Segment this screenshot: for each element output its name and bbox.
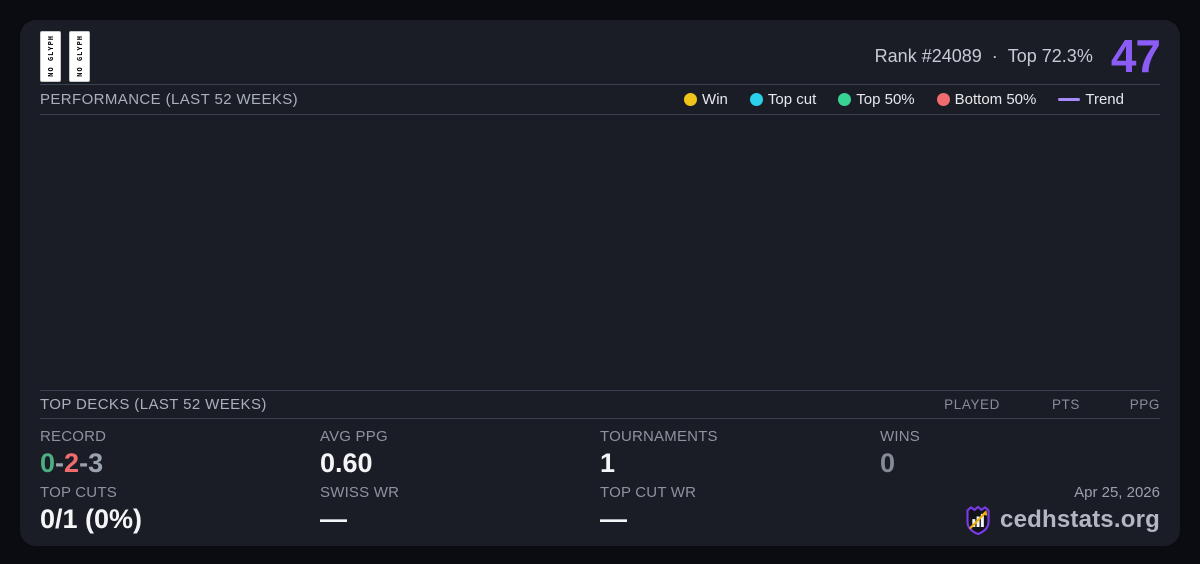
performance-chart: [40, 115, 1160, 390]
deck-color-badges: NO GLYPH NO GLYPH: [40, 30, 90, 82]
brand-name: cedhstats.org: [1000, 506, 1160, 533]
record-draws: 3: [88, 447, 104, 478]
card-header: NO GLYPH NO GLYPH Rank #24089 · Top 72.3…: [40, 20, 1161, 84]
record-wins: 0: [40, 447, 56, 478]
performance-header-row: PERFORMANCE (LAST 52 WEEKS) Win Top cut …: [40, 85, 1160, 114]
column-played: PLAYED: [944, 396, 1000, 412]
legend-item-win: Win: [684, 91, 728, 108]
stat-top-cut-wr: TOP CUT WR —: [600, 482, 880, 536]
score-value: 47: [1110, 30, 1161, 82]
top-cuts-value: 0/1 (0%): [40, 504, 143, 534]
rank-separator-dot: ·: [991, 45, 998, 66]
legend-label: Top cut: [767, 91, 817, 108]
rank-number: Rank #24089: [874, 45, 982, 66]
top-decks-header-row: TOP DECKS (LAST 52 WEEKS) PLAYED PTS PPG: [40, 391, 1160, 418]
top-decks-columns: PLAYED PTS PPG: [920, 397, 1160, 412]
card-footer: Apr 25, 2026 cedhstats.org: [880, 482, 1160, 536]
stat-swiss-wr: SWISS WR —: [320, 482, 600, 536]
top-percentile: Top 72.3%: [1007, 45, 1093, 66]
stat-label: TOURNAMENTS: [600, 427, 718, 445]
top-cut-dot-icon: [749, 93, 763, 106]
legend-item-bottom-50: Bottom 50%: [936, 91, 1037, 108]
performance-title: PERFORMANCE (LAST 52 WEEKS): [40, 91, 299, 108]
win-dot-icon: [684, 93, 698, 106]
record-losses: 2: [64, 447, 80, 478]
bottom-50-dot-icon: [936, 93, 950, 106]
column-ppg: PPG: [1129, 396, 1160, 412]
missing-glyph-label: NO GLYPH: [75, 35, 84, 77]
avg-ppg-value: 0.60: [320, 447, 373, 478]
swiss-wr-value: —: [320, 504, 347, 534]
stat-label: WINS: [880, 427, 920, 445]
legend-label: Top 50%: [856, 91, 915, 108]
top-decks-title: TOP DECKS (LAST 52 WEEKS): [40, 395, 267, 413]
rank-summary: Rank #24089 · Top 72.3% 47: [875, 30, 1161, 82]
stats-grid: RECORD 0-2-3 AVG PPG 0.60 TOURNAMENTS 1 …: [40, 419, 1160, 546]
stat-label: SWISS WR: [320, 484, 400, 501]
top-50-dot-icon: [838, 93, 852, 106]
stat-label: TOP CUTS: [40, 484, 117, 501]
legend-label: Bottom 50%: [954, 91, 1037, 108]
generated-date: Apr 25, 2026: [1074, 484, 1160, 501]
missing-glyph-badge: NO GLYPH: [40, 30, 61, 82]
legend-item-trend: Trend: [1058, 91, 1124, 108]
stat-top-cuts: TOP CUTS 0/1 (0%): [40, 482, 320, 536]
wins-value: 0: [880, 447, 896, 478]
missing-glyph-badge: NO GLYPH: [69, 30, 90, 82]
legend-item-top-50: Top 50%: [838, 91, 915, 108]
trend-line-icon: [1058, 98, 1081, 101]
stat-wins: WINS 0: [880, 426, 1160, 479]
tournaments-value: 1: [600, 447, 616, 478]
rank-line: Rank #24089 · Top 72.3%: [875, 46, 1093, 67]
record-value: 0-2-3: [40, 448, 320, 479]
stat-label: AVG PPG: [320, 427, 388, 445]
legend-item-top-cut: Top cut: [749, 91, 817, 108]
record-separator: -: [79, 447, 89, 478]
cedhstats-shield-logo: [966, 505, 990, 536]
stat-record: RECORD 0-2-3: [40, 426, 320, 479]
stat-avg-ppg: AVG PPG 0.60: [320, 426, 600, 479]
stat-label: RECORD: [40, 427, 107, 445]
record-separator: -: [55, 447, 65, 478]
stat-tournaments: TOURNAMENTS 1: [600, 426, 880, 479]
legend-label: Trend: [1085, 91, 1124, 108]
top-cut-wr-value: —: [600, 504, 627, 534]
chart-legend: Win Top cut Top 50% Bottom 50% Trend: [684, 91, 1160, 108]
brand-lockup: cedhstats.org: [964, 504, 1160, 536]
stats-card: NO GLYPH NO GLYPH Rank #24089 · Top 72.3…: [20, 20, 1180, 546]
legend-label: Win: [702, 91, 728, 108]
stat-label: TOP CUT WR: [600, 484, 697, 501]
missing-glyph-label: NO GLYPH: [46, 35, 55, 77]
column-pts: PTS: [1051, 396, 1080, 412]
